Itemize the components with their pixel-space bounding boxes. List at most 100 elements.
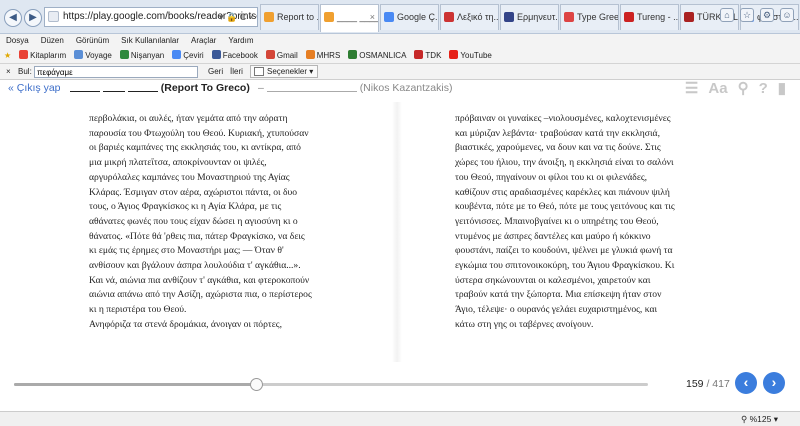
tab-favicon-icon bbox=[504, 12, 514, 22]
find-close-icon[interactable]: × bbox=[6, 64, 11, 80]
favorite-link[interactable]: MHRS bbox=[305, 48, 341, 63]
favorite-icon bbox=[414, 50, 424, 59]
gear-icon[interactable]: ⚙ bbox=[760, 8, 774, 22]
book-title: (Report To Greco) bbox=[70, 82, 250, 94]
menu-item-1[interactable]: Düzen bbox=[41, 34, 64, 48]
progress-fill bbox=[14, 383, 256, 386]
favorite-link[interactable]: YouTube bbox=[449, 48, 492, 63]
right-page-text: πρόβαιναν οι γυναίκες –νιολουσμένες, καλ… bbox=[455, 113, 675, 330]
site-icon bbox=[48, 11, 59, 22]
favorite-label: TDK bbox=[425, 51, 442, 60]
progress-handle[interactable] bbox=[249, 378, 263, 391]
favorites-bar: ★ Kitaplarım Voyage Nişanyan Çeviri Facebook G… bbox=[0, 48, 800, 64]
favorite-link[interactable]: Kitaplarım bbox=[19, 48, 66, 63]
find-next-button[interactable]: İleri bbox=[230, 64, 243, 80]
book-reader: « Çıkış yap (Report To Greco) – (Nikos K… bbox=[0, 80, 800, 410]
options-icon bbox=[254, 67, 264, 76]
menu-item-4[interactable]: Araçlar bbox=[191, 34, 216, 48]
page-current: 159 bbox=[686, 378, 704, 390]
favorite-label: Voyage bbox=[85, 51, 112, 60]
tab-1[interactable]: ____ ____ × bbox=[320, 4, 379, 32]
menu-item-5[interactable]: Yardım bbox=[228, 34, 253, 48]
tab-5[interactable]: Type Gree... bbox=[560, 4, 619, 30]
find-options-label: Seçenekler ▾ bbox=[267, 67, 314, 76]
url-controls-icon[interactable]: ▾ 🔒 C × bbox=[219, 8, 254, 26]
favorite-link[interactable]: Nişanyan bbox=[119, 48, 164, 63]
home-icon[interactable]: ⌂ bbox=[720, 8, 734, 22]
favorite-link[interactable]: TDK bbox=[414, 48, 441, 63]
author-text: (Nikos Kazantzakis) bbox=[359, 82, 453, 94]
tab-favicon-icon bbox=[684, 12, 694, 22]
page-divider bbox=[392, 102, 402, 362]
tab-favicon-icon bbox=[564, 12, 574, 22]
find-bar: × Bul: Geri İleri Seçenekler ▾ bbox=[0, 64, 800, 80]
smiley-icon[interactable]: ☺ bbox=[780, 8, 794, 22]
favorite-icon bbox=[172, 50, 182, 59]
progress-slider[interactable] bbox=[14, 378, 648, 391]
text-size-icon[interactable]: Aa bbox=[708, 80, 727, 98]
tab-6[interactable]: Tureng - ... bbox=[620, 4, 679, 30]
menu-item-3[interactable]: Sık Kullanılanlar bbox=[121, 34, 179, 48]
status-bar: ⚲ %125 ▾ bbox=[0, 411, 800, 426]
favorite-label: MHRS bbox=[316, 51, 341, 60]
reader-toolbar: ☰ Aa ⚲ ? ▮ bbox=[685, 80, 786, 98]
find-options-button[interactable]: Seçenekler ▾ bbox=[250, 65, 319, 78]
star-icon[interactable]: ☆ bbox=[740, 8, 754, 22]
reader-header: « Çıkış yap (Report To Greco) – (Nikos K… bbox=[0, 80, 800, 98]
book-title-text: (Report To Greco) bbox=[160, 82, 250, 94]
find-prev-button[interactable]: Geri bbox=[208, 64, 223, 80]
zoom-text: %125 bbox=[749, 414, 772, 424]
favorite-icon bbox=[449, 50, 459, 59]
tab-favicon-icon bbox=[264, 12, 274, 22]
favorites-star-icon[interactable]: ★ bbox=[4, 48, 11, 63]
favorite-icon bbox=[19, 50, 29, 59]
menu-item-2[interactable]: Görünüm bbox=[76, 34, 109, 48]
favorite-link[interactable]: Voyage bbox=[74, 48, 112, 63]
tab-2[interactable]: Google Ç... bbox=[380, 4, 439, 30]
favorite-label: YouTube bbox=[460, 51, 492, 60]
search-icon[interactable]: ⚲ bbox=[738, 80, 749, 98]
tab-label: Λεξικό τη... bbox=[457, 12, 499, 22]
help-icon[interactable]: ? bbox=[759, 80, 768, 98]
tab-label: Ερμηνευτ... bbox=[517, 12, 559, 22]
forward-icon[interactable]: ▶ bbox=[24, 9, 42, 27]
tab-4[interactable]: Ερμηνευτ... bbox=[500, 4, 559, 30]
favorite-label: OSMANLICA bbox=[359, 51, 407, 60]
url-input[interactable]: https://play.google.com/books/reader?pri… bbox=[44, 7, 258, 27]
favorite-icon bbox=[265, 50, 275, 59]
left-page-text: περβολάκια, οι αυλές, ήταν γεμάτα από τη… bbox=[89, 113, 312, 330]
tab-favicon-icon bbox=[624, 12, 634, 22]
tab-3[interactable]: Λεξικό τη... bbox=[440, 4, 499, 30]
window-icons: ⌂ ☆ ⚙ ☺ bbox=[720, 8, 794, 22]
favorite-link[interactable]: Çeviri bbox=[172, 48, 204, 63]
zoom-level[interactable]: ⚲ %125 ▾ bbox=[741, 412, 778, 426]
tab-label: Google Ç... bbox=[397, 12, 439, 22]
back-icon[interactable]: ◀ bbox=[4, 9, 22, 27]
favorite-label: Gmail bbox=[276, 51, 298, 60]
menu-item-0[interactable]: Dosya bbox=[6, 34, 29, 48]
favorite-link[interactable]: Facebook bbox=[211, 48, 258, 63]
contents-icon[interactable]: ☰ bbox=[685, 80, 698, 98]
find-label: Bul: bbox=[18, 67, 32, 76]
favorite-label: Çeviri bbox=[183, 51, 204, 60]
prev-page-button[interactable]: ‹ bbox=[735, 372, 757, 394]
tab-0[interactable]: Report to ... bbox=[260, 4, 319, 30]
more-icon[interactable]: ▮ bbox=[778, 80, 786, 98]
tab-label: Tureng - ... bbox=[637, 12, 679, 22]
favorite-icon bbox=[348, 50, 358, 59]
find-input[interactable] bbox=[34, 66, 198, 78]
page-indicator: 159 / 417 bbox=[686, 378, 730, 390]
menu-bar: Dosya Düzen Görünüm Sık Kullanılanlar Araçla… bbox=[0, 34, 800, 48]
tab-close-icon[interactable]: × bbox=[370, 5, 375, 29]
tab-label: Type Gree... bbox=[577, 12, 619, 22]
exit-link[interactable]: « Çıkış yap bbox=[8, 82, 61, 94]
book-author: – (Nikos Kazantzakis) bbox=[258, 82, 453, 94]
next-page-button[interactable]: › bbox=[763, 372, 785, 394]
browser-chrome: ◀ ▶ https://play.google.com/books/reader… bbox=[0, 0, 800, 80]
tab-favicon-icon bbox=[324, 12, 334, 22]
favorite-icon bbox=[119, 50, 129, 59]
page-total: / 417 bbox=[706, 378, 730, 390]
favorite-link[interactable]: OSMANLICA bbox=[348, 48, 406, 63]
favorite-icon bbox=[305, 50, 315, 59]
favorite-link[interactable]: Gmail bbox=[265, 48, 298, 63]
